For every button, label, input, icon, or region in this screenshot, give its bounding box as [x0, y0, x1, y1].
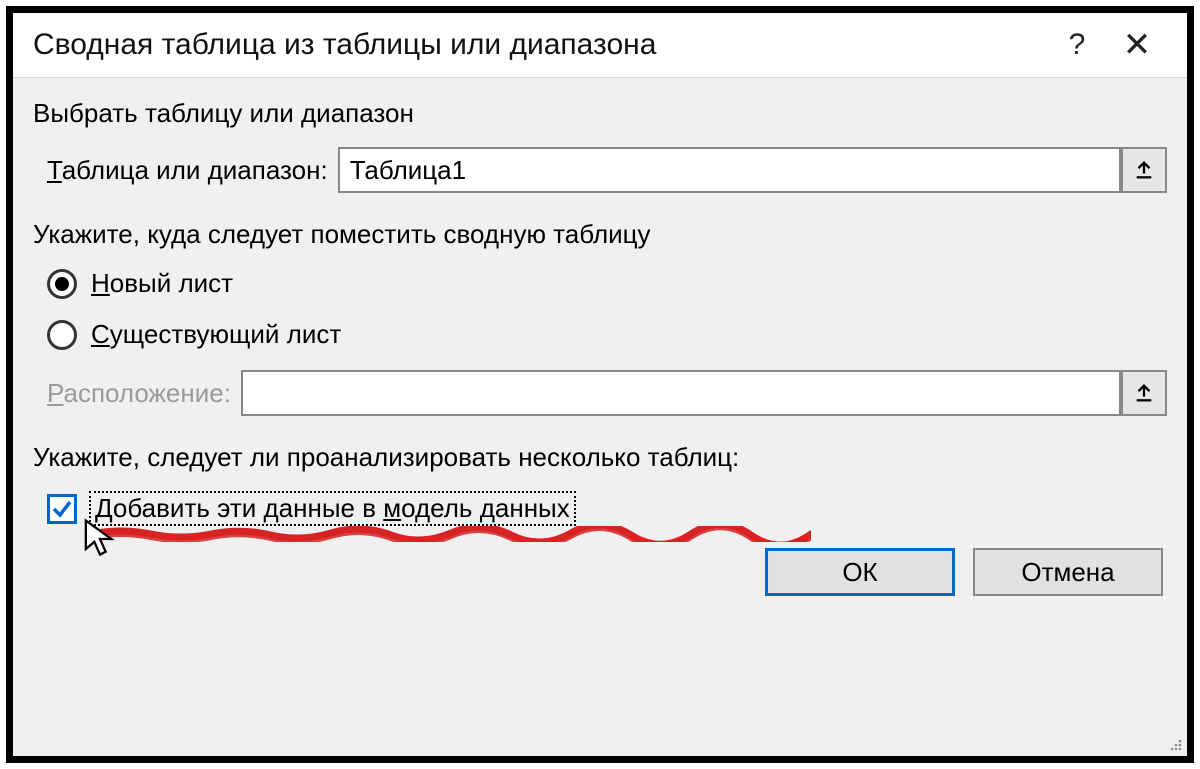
location-label: Расположение:: [47, 378, 231, 409]
radio-existing-sheet[interactable]: [47, 320, 77, 350]
add-to-datamodel-row[interactable]: Добавить эти данные в модель данных: [47, 491, 1167, 526]
ok-button[interactable]: ОК: [765, 548, 955, 596]
section-placement-heading: Укажите, куда следует поместить сводную …: [33, 219, 1167, 250]
table-range-row: Таблица или диапазон:: [47, 147, 1167, 193]
radio-new-sheet-label: Новый лист: [91, 268, 233, 299]
dialog-content: Выбрать таблицу или диапазон Таблица или…: [13, 78, 1187, 756]
annotation-underline-icon: [91, 526, 811, 542]
radio-existing-sheet-label: Существующий лист: [91, 319, 341, 350]
location-row: Расположение:: [47, 370, 1167, 416]
add-to-datamodel-checkbox[interactable]: [47, 494, 77, 524]
dialog-footer: ОК Отмена: [33, 548, 1167, 596]
section-select-range-heading: Выбрать таблицу или диапазон: [33, 98, 1167, 129]
help-icon[interactable]: ?: [1047, 28, 1107, 62]
table-range-input[interactable]: [338, 147, 1121, 193]
close-icon[interactable]: ✕: [1107, 25, 1167, 65]
dialog-title: Сводная таблица из таблицы или диапазона: [33, 28, 1047, 62]
radio-new-sheet-row[interactable]: Новый лист: [47, 268, 1167, 299]
add-to-datamodel-label: Добавить эти данные в модель данных: [89, 491, 576, 526]
collapse-dialog-icon[interactable]: [1121, 147, 1167, 193]
titlebar: Сводная таблица из таблицы или диапазона…: [13, 13, 1187, 78]
radio-new-sheet[interactable]: [47, 269, 77, 299]
location-input[interactable]: [241, 370, 1121, 416]
collapse-dialog-location-icon[interactable]: [1121, 370, 1167, 416]
section-analyze-heading: Укажите, следует ли проанализировать нес…: [33, 442, 1167, 473]
resize-grip-icon[interactable]: [1166, 735, 1184, 753]
dialog-window: Сводная таблица из таблицы или диапазона…: [6, 6, 1194, 763]
cancel-button[interactable]: Отмена: [973, 548, 1163, 596]
table-range-label: Таблица или диапазон:: [47, 155, 328, 186]
radio-existing-sheet-row[interactable]: Существующий лист: [47, 319, 1167, 350]
